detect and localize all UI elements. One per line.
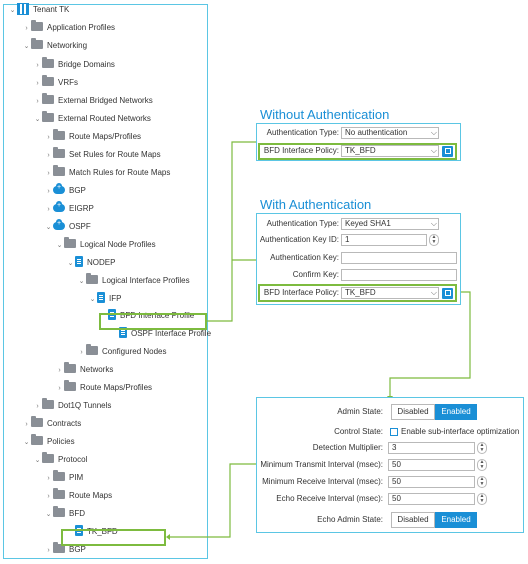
detection-multiplier-stepper[interactable]: ▲ ▼: [477, 442, 487, 454]
echo-receive-label: Echo Receive Interval (msec):: [276, 494, 383, 503]
echo-admin-state-label: Echo Admin State:: [317, 515, 383, 524]
auth-type-label: Authentication Type:: [266, 219, 339, 228]
auth-type-value: No authentication: [345, 128, 408, 137]
min-receive-input[interactable]: 50: [388, 476, 475, 488]
connector-to-tk-bfd: [170, 463, 256, 538]
auth-type-value: Keyed SHA1: [345, 219, 391, 228]
without-auth-panel: Authentication Type: No authentication ⌵…: [256, 123, 461, 161]
confirm-key-label: Confirm Key:: [292, 270, 339, 279]
with-auth-panel: Authentication Type: Keyed SHA1 ⌵ Authen…: [256, 213, 461, 305]
control-state-label: Control State:: [334, 427, 383, 436]
detection-multiplier-input[interactable]: 3: [388, 442, 475, 454]
admin-state-label: Admin State:: [337, 407, 383, 416]
connector-to-bfd-policy: [389, 291, 471, 396]
subinterface-optimization-checkbox[interactable]: [390, 428, 398, 436]
connector-to-without-auth: [207, 141, 256, 322]
auth-type-select[interactable]: No authentication ⌵: [341, 127, 439, 139]
bfd-policy-select[interactable]: TK_BFD ⌵: [341, 287, 439, 299]
bfd-policy-select[interactable]: TK_BFD ⌵: [341, 145, 439, 157]
with-auth-heading: With Authentication: [260, 197, 372, 212]
min-receive-label: Minimum Receive Interval (msec):: [262, 477, 383, 486]
auth-type-label: Authentication Type:: [266, 128, 339, 137]
min-receive-stepper[interactable]: ▲ ▼: [477, 476, 487, 488]
admin-state-disabled-button[interactable]: Disabled: [391, 404, 435, 420]
admin-state-enabled-button[interactable]: Enabled: [435, 404, 477, 420]
chevron-down-icon: ⌵: [430, 219, 437, 228]
echo-receive-input[interactable]: 50: [388, 493, 475, 505]
subinterface-optimization-label: Enable sub-interface optimization: [401, 427, 520, 436]
detection-multiplier-label: Detection Multiplier:: [312, 443, 383, 452]
auth-type-select[interactable]: Keyed SHA1 ⌵: [341, 218, 439, 230]
echo-admin-enabled-button[interactable]: Enabled: [435, 512, 477, 528]
bfd-policy-label: BFD Interface Policy:: [263, 288, 339, 297]
confirm-key-input[interactable]: [341, 269, 457, 281]
bfd-policy-value: TK_BFD: [345, 146, 376, 155]
echo-admin-disabled-button[interactable]: Disabled: [391, 512, 435, 528]
bfd-policy-panel: Admin State: Disabled Enabled Control St…: [256, 397, 524, 533]
min-transmit-stepper[interactable]: ▲ ▼: [477, 459, 487, 471]
chevron-down-icon: ⌵: [430, 288, 437, 297]
auth-key-id-label: Authentication Key ID:: [259, 235, 339, 244]
auth-key-id-stepper[interactable]: ▲ ▼: [429, 234, 439, 246]
open-policy-icon[interactable]: [442, 146, 453, 157]
min-transmit-input[interactable]: 50: [388, 459, 475, 471]
min-transmit-label: Minimum Transmit Interval (msec):: [260, 460, 383, 469]
auth-key-label: Authentication Key:: [270, 253, 339, 262]
chevron-down-icon: ⌵: [430, 146, 437, 155]
open-policy-icon[interactable]: [442, 288, 453, 299]
echo-receive-stepper[interactable]: ▲ ▼: [477, 493, 487, 505]
bfd-policy-label: BFD Interface Policy:: [263, 146, 339, 155]
without-auth-heading: Without Authentication: [260, 107, 390, 122]
chevron-down-icon: ⌵: [430, 128, 437, 137]
auth-key-id-input[interactable]: 1: [341, 234, 427, 246]
auth-key-input[interactable]: [341, 252, 457, 264]
bfd-policy-value: TK_BFD: [345, 288, 376, 297]
